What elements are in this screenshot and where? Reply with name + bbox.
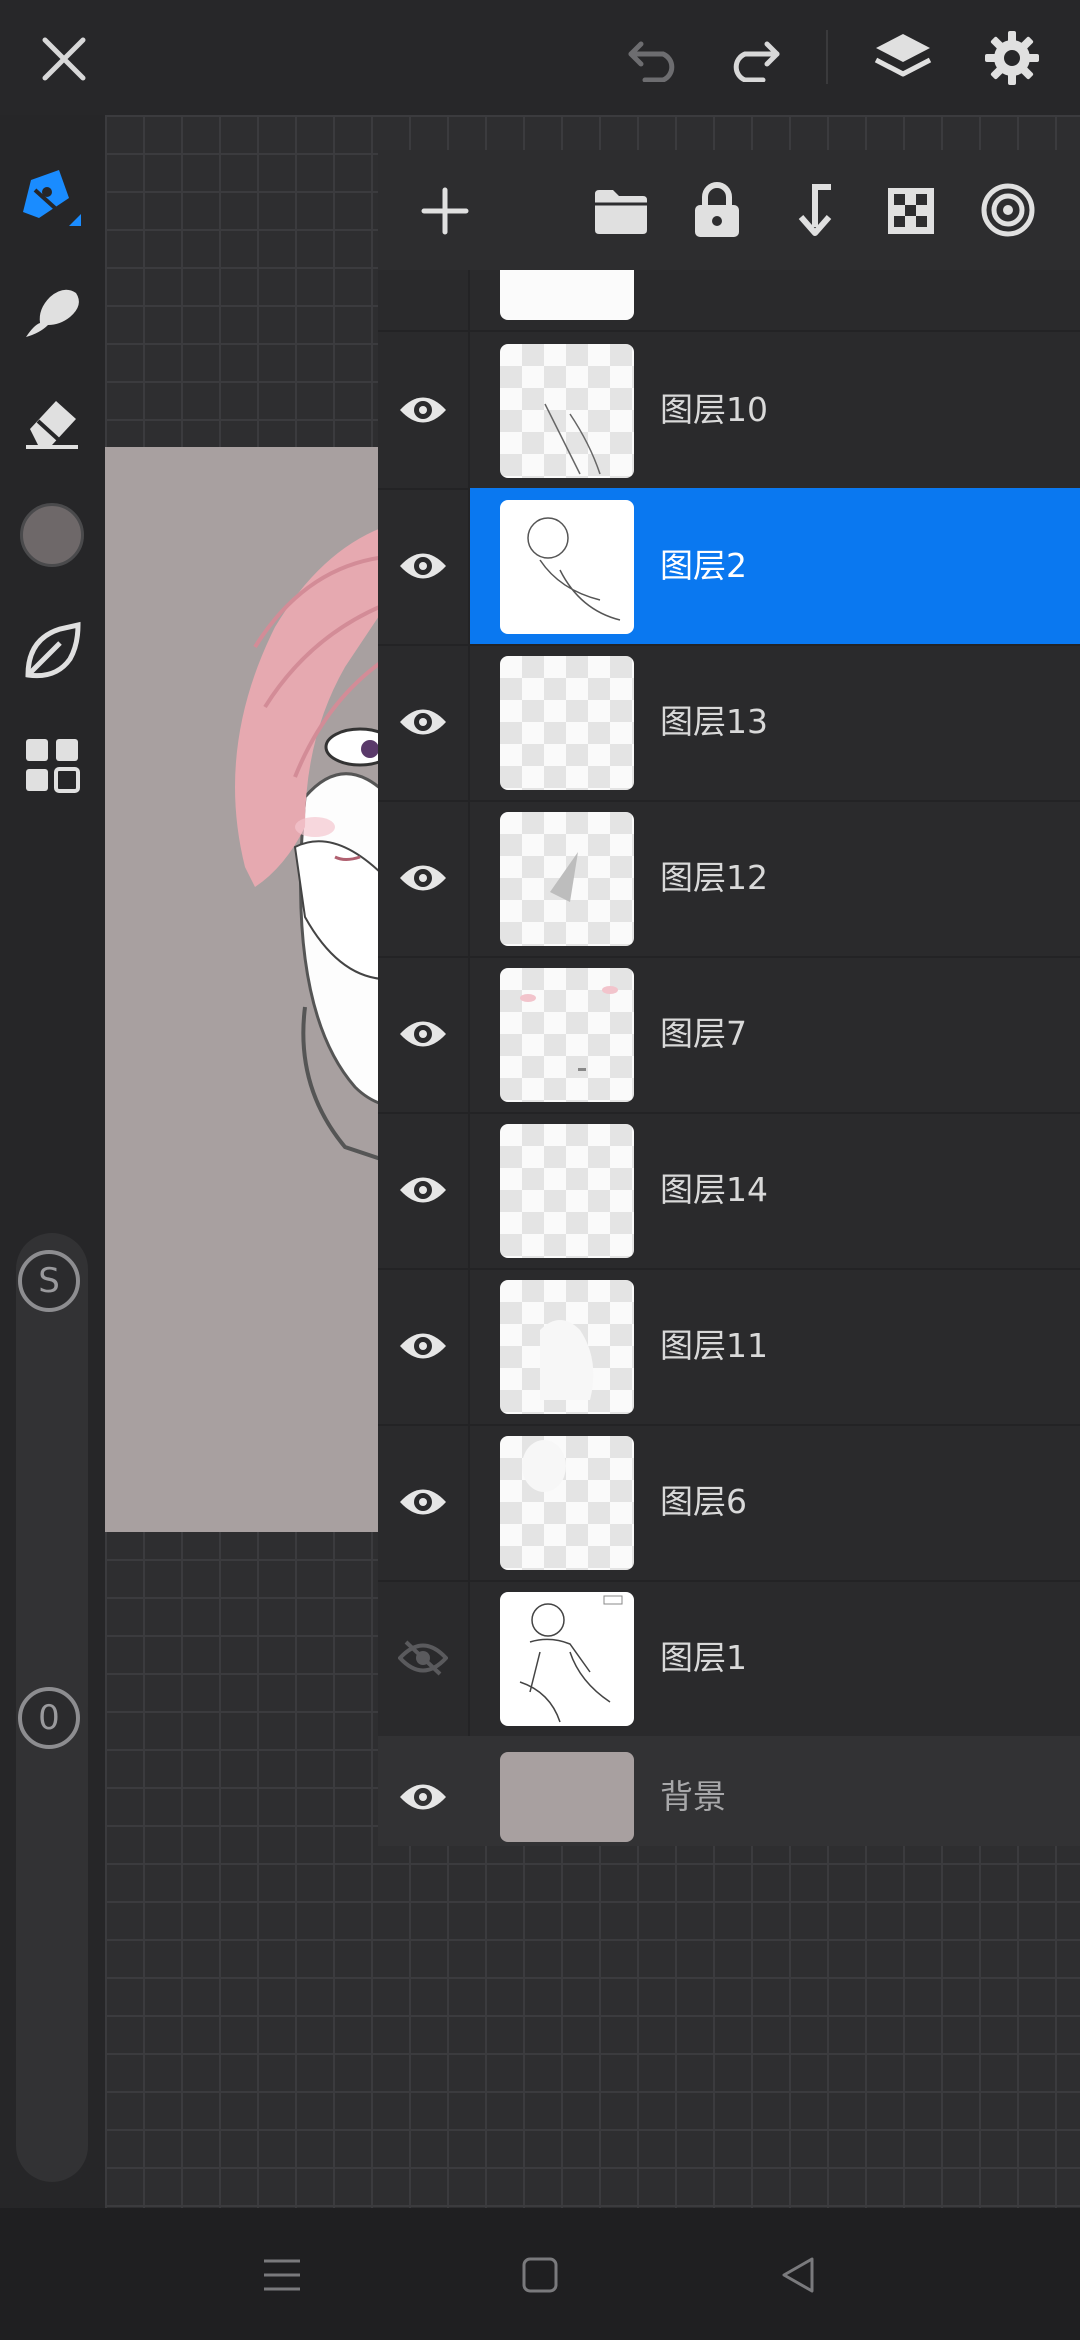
visibility-toggle[interactable] [378, 1268, 470, 1424]
layer-name: 图层1 [660, 1638, 747, 1677]
layer-thumbnail [500, 500, 634, 634]
visibility-toggle[interactable] [378, 1112, 470, 1268]
back-icon[interactable] [768, 2250, 828, 2300]
layer-name: 图层6 [660, 1482, 747, 1521]
layer-row-partial[interactable] [378, 270, 1080, 332]
tool-sidebar: S 0 [0, 115, 105, 2208]
toolbar-divider [826, 30, 828, 84]
visibility-toggle[interactable] [378, 332, 470, 488]
visibility-toggle[interactable] [378, 644, 470, 800]
layers-icon[interactable] [868, 24, 938, 94]
eye-icon [400, 865, 446, 891]
menu-icon[interactable] [252, 2252, 312, 2298]
layer-row[interactable]: 图层12 [378, 800, 1080, 958]
leaf-icon[interactable] [14, 613, 90, 689]
layer-thumbnail [500, 1592, 634, 1726]
layer-thumbnail [500, 1124, 634, 1258]
visibility-toggle[interactable] [378, 956, 470, 1112]
eye-icon [400, 1177, 446, 1203]
opacity-slider-label: 0 [38, 1698, 60, 1738]
layer-row[interactable]: 图层11 [378, 1268, 1080, 1426]
opacity-slider[interactable] [16, 1677, 88, 2182]
color-swatch[interactable] [20, 503, 84, 567]
layer-name: 背景 [660, 1777, 726, 1816]
background-color-swatch[interactable] [500, 1752, 634, 1842]
eye-off-icon [398, 1640, 448, 1676]
layer-thumbnail [500, 968, 634, 1102]
layer-thumbnail [500, 1436, 634, 1570]
visibility-toggle[interactable] [378, 1424, 470, 1580]
layer-thumbnail [500, 344, 634, 478]
layer-name: 图层11 [660, 1326, 768, 1365]
folder-icon[interactable] [590, 180, 652, 242]
top-toolbar [0, 0, 1080, 132]
pen-icon[interactable] [14, 157, 90, 233]
layer-list[interactable]: 图层10 图层2 图层13 图层12 图层7 图层14 图层11 图层6 图层1… [378, 270, 1080, 1846]
layer-row-hidden[interactable]: 图层1 [378, 1580, 1080, 1738]
undo-icon[interactable] [620, 28, 690, 90]
layer-thumbnail [500, 1280, 634, 1414]
eye-icon [400, 1021, 446, 1047]
target-icon[interactable] [976, 178, 1040, 242]
layer-thumbnail [500, 812, 634, 946]
layer-row-selected[interactable]: 图层2 [378, 488, 1080, 646]
system-nav-bar [0, 2208, 1080, 2340]
grid-icon[interactable] [14, 727, 90, 803]
transparency-lock-icon[interactable] [880, 180, 942, 242]
background-layer-row[interactable]: 背景 [378, 1736, 1080, 1846]
layer-row[interactable]: 图层6 [378, 1424, 1080, 1582]
close-icon[interactable] [28, 28, 100, 90]
layers-panel-toolbar [378, 150, 1080, 270]
eye-icon [400, 553, 446, 579]
layer-name: 图层2 [660, 546, 747, 585]
layer-row[interactable]: 图层14 [378, 1112, 1080, 1270]
gear-icon[interactable] [978, 24, 1046, 92]
eye-icon [400, 397, 446, 423]
redo-icon[interactable] [718, 28, 788, 90]
layers-panel: 图层10 图层2 图层13 图层12 图层7 图层14 图层11 图层6 图层1… [378, 150, 1080, 1846]
eye-icon [400, 709, 446, 735]
lock-icon[interactable] [686, 178, 748, 242]
visibility-toggle[interactable] [378, 800, 470, 956]
brush-size-knob[interactable]: S [18, 1250, 80, 1312]
smudge-icon[interactable] [14, 273, 90, 349]
eraser-icon[interactable] [14, 383, 90, 459]
layer-name: 图层14 [660, 1170, 768, 1209]
merge-down-icon[interactable] [784, 178, 846, 242]
layer-row[interactable]: 图层10 [378, 332, 1080, 490]
opacity-knob[interactable]: 0 [18, 1687, 80, 1749]
visibility-toggle[interactable] [378, 1736, 468, 1846]
eye-icon [400, 1333, 446, 1359]
layer-name: 图层7 [660, 1014, 747, 1053]
layer-row[interactable]: 图层7 [378, 956, 1080, 1114]
layer-thumbnail [500, 270, 634, 320]
visibility-toggle[interactable] [378, 1580, 470, 1736]
layer-name: 图层10 [660, 390, 768, 429]
add-layer-icon[interactable] [414, 180, 476, 242]
home-icon[interactable] [510, 2250, 570, 2300]
eye-icon [400, 1784, 446, 1810]
visibility-toggle[interactable] [378, 488, 470, 644]
layer-row[interactable]: 图层13 [378, 644, 1080, 802]
layer-name: 图层13 [660, 702, 768, 741]
size-slider-label: S [38, 1261, 60, 1301]
eye-icon [400, 1489, 446, 1515]
layer-thumbnail [500, 656, 634, 790]
layer-name: 图层12 [660, 858, 768, 897]
